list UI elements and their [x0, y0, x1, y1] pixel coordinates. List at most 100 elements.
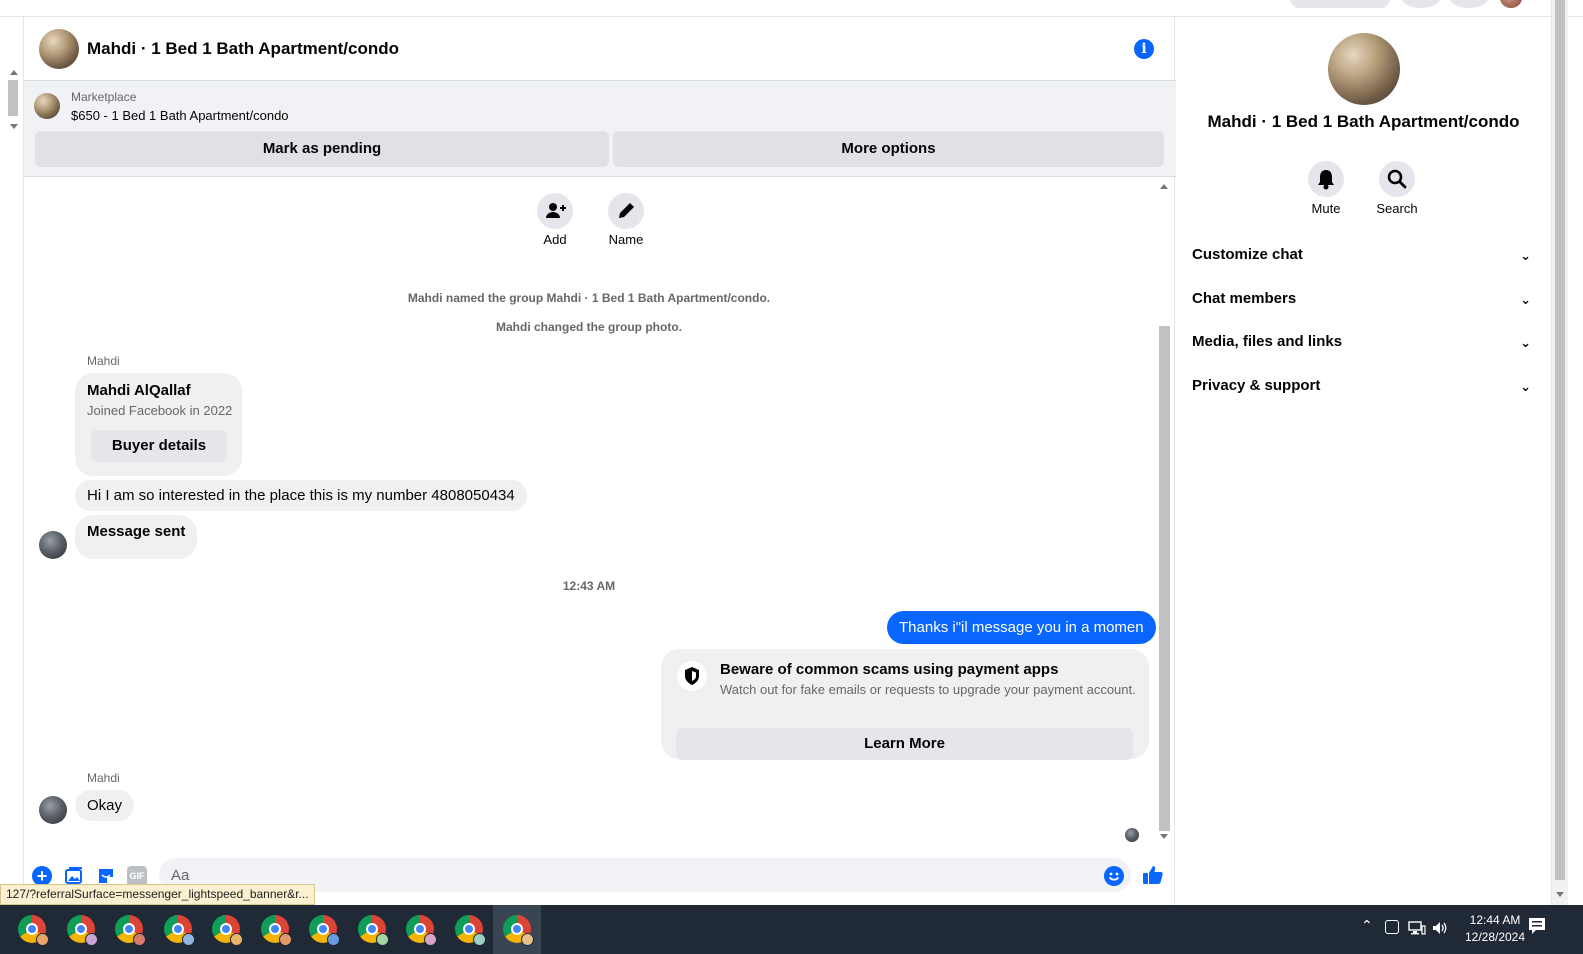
incoming-message[interactable]: Message sent	[75, 515, 198, 559]
scroll-down-arrow-icon[interactable]	[10, 124, 18, 129]
add-person-icon	[546, 203, 566, 218]
incoming-message[interactable]: Okay	[75, 790, 135, 821]
pencil-icon	[619, 203, 634, 218]
chrome-taskbar-icon[interactable]	[358, 915, 389, 946]
name-label: Name	[608, 232, 644, 247]
bell-icon	[1318, 170, 1334, 190]
scroll-up-arrow-icon[interactable]	[10, 70, 18, 75]
buyer-details-button[interactable]: Buyer details	[91, 430, 227, 462]
name-group-button[interactable]	[608, 193, 644, 229]
scroll-up-arrow-icon[interactable]	[1160, 184, 1168, 189]
more-options-button[interactable]: More options	[613, 131, 1164, 167]
page-scrollbar[interactable]	[1551, 0, 1568, 905]
chrome-taskbar-icon[interactable]	[309, 915, 340, 946]
show-hidden-icons-chevron-up-icon[interactable]: ⌃	[1361, 917, 1373, 934]
meet-now-icon[interactable]	[1385, 920, 1399, 934]
chrome-taskbar-icon[interactable]	[67, 915, 98, 946]
privacy-support-section[interactable]: Privacy & support ⌄	[1192, 377, 1539, 401]
section-label: Customize chat	[1192, 246, 1303, 263]
scam-warning-card: Beware of common scams using payment app…	[661, 649, 1149, 760]
chrome-taskbar-icon[interactable]	[115, 915, 146, 946]
listing-thumbnail[interactable]	[34, 93, 60, 119]
photo-icon[interactable]	[64, 866, 84, 886]
group-photo[interactable]	[1328, 33, 1400, 105]
chevron-down-icon: ⌄	[1520, 335, 1531, 350]
account-avatar[interactable]	[1500, 0, 1522, 8]
status-bar-url: 127/?referralSurface=messenger_lightspee…	[0, 884, 315, 905]
section-label: Media, files and links	[1192, 333, 1343, 350]
outgoing-message[interactable]: Thanks i"il message you in a momen	[887, 611, 1156, 644]
chrome-taskbar-icon[interactable]	[406, 915, 437, 946]
chrome-taskbar-icon[interactable]	[212, 915, 243, 946]
windows-taskbar: ⌃	[0, 905, 1583, 954]
like-thumbs-up-icon[interactable]	[1141, 863, 1165, 887]
emoji-icon[interactable]	[1104, 866, 1124, 886]
scam-warning-body: Watch out for fake emails or requests to…	[720, 682, 1136, 697]
search-label: Search	[1376, 201, 1418, 216]
shield-icon	[677, 661, 707, 691]
scroll-thumb[interactable]	[1159, 326, 1170, 831]
more-actions-plus-icon[interactable]: +	[32, 866, 52, 886]
sender-avatar[interactable]	[39, 531, 67, 559]
chat-panel: Mahdi · 1 Bed 1 Bath Apartment/condo i M…	[23, 17, 1176, 905]
incoming-message[interactable]: Hi I am so interested in the place this …	[75, 480, 527, 511]
section-label: Privacy & support	[1192, 377, 1321, 394]
top-nav-button[interactable]	[1450, 0, 1488, 8]
network-icon[interactable]	[1408, 920, 1426, 941]
conversation-info-panel: Mahdi · 1 Bed 1 Bath Apartment/condo Mut…	[1176, 17, 1551, 905]
marketplace-listing-banner: Marketplace $650 - 1 Bed 1 Bath Apartmen…	[24, 81, 1176, 177]
sender-name: Mahdi	[87, 771, 120, 785]
messages-scrollbar[interactable]	[1156, 178, 1172, 848]
chrome-taskbar-icon[interactable]	[503, 915, 534, 946]
group-avatar[interactable]	[39, 29, 79, 69]
top-nav-pill[interactable]	[1290, 0, 1390, 8]
read-receipt-avatar	[1125, 828, 1139, 842]
volume-icon[interactable]	[1431, 919, 1449, 942]
mark-as-pending-button[interactable]: Mark as pending	[35, 131, 609, 167]
buyer-profile-card: Mahdi AlQallaf Joined Facebook in 2022 B…	[75, 373, 242, 476]
learn-more-button[interactable]: Learn More	[676, 728, 1133, 760]
chat-title[interactable]: Mahdi · 1 Bed 1 Bath Apartment/condo	[87, 39, 399, 59]
scroll-down-arrow-icon[interactable]	[1160, 834, 1168, 839]
sticker-icon[interactable]	[96, 866, 116, 886]
scroll-thumb[interactable]	[1555, 0, 1565, 880]
gif-icon[interactable]: GIF	[127, 866, 147, 886]
chrome-taskbar-icon[interactable]	[164, 915, 195, 946]
chevron-down-icon: ⌄	[1520, 292, 1531, 307]
browser-top-strip	[0, 0, 1583, 17]
customize-chat-section[interactable]: Customize chat ⌄	[1192, 246, 1539, 270]
scroll-thumb[interactable]	[8, 80, 18, 116]
taskbar-clock-time[interactable]: 12:44 AM	[1455, 913, 1535, 927]
mute-button[interactable]	[1308, 161, 1344, 197]
chat-members-section[interactable]: Chat members ⌄	[1192, 290, 1539, 314]
search-button[interactable]	[1379, 161, 1415, 197]
buyer-name: Mahdi AlQallaf	[87, 382, 191, 399]
chrome-taskbar-icon[interactable]	[18, 915, 49, 946]
left-scrollbar[interactable]	[6, 66, 22, 134]
message-timestamp: 12:43 AM	[562, 579, 616, 593]
add-label: Add	[543, 232, 567, 247]
scam-warning-title: Beware of common scams using payment app…	[720, 661, 1059, 678]
conversation-title: Mahdi · 1 Bed 1 Bath Apartment/condo	[1207, 112, 1520, 131]
top-nav-button[interactable]	[1402, 0, 1440, 8]
section-label: Chat members	[1192, 290, 1297, 307]
listing-title[interactable]: $650 - 1 Bed 1 Bath Apartment/condo	[71, 108, 289, 123]
media-files-links-section[interactable]: Media, files and links ⌄	[1192, 333, 1539, 357]
add-people-button[interactable]	[537, 193, 573, 229]
chevron-down-icon: ⌄	[1520, 379, 1531, 394]
search-icon	[1387, 169, 1407, 189]
scroll-down-arrow-icon[interactable]	[1556, 892, 1564, 897]
chrome-taskbar-icon[interactable]	[455, 915, 486, 946]
mute-label: Mute	[1311, 201, 1341, 216]
system-message: Mahdi changed the group photo.	[496, 320, 682, 334]
chat-header: Mahdi · 1 Bed 1 Bath Apartment/condo i	[24, 17, 1176, 81]
sender-avatar[interactable]	[39, 796, 67, 824]
chrome-taskbar-icon[interactable]	[261, 915, 292, 946]
buyer-joined-date: Joined Facebook in 2022	[87, 403, 233, 418]
info-icon[interactable]: i	[1134, 39, 1154, 59]
chevron-down-icon: ⌄	[1520, 248, 1531, 263]
taskbar-clock-date[interactable]: 12/28/2024	[1455, 930, 1535, 944]
sender-name: Mahdi	[87, 354, 120, 368]
listing-source: Marketplace	[71, 90, 137, 104]
system-message: Mahdi named the group Mahdi · 1 Bed 1 Ba…	[407, 291, 771, 305]
